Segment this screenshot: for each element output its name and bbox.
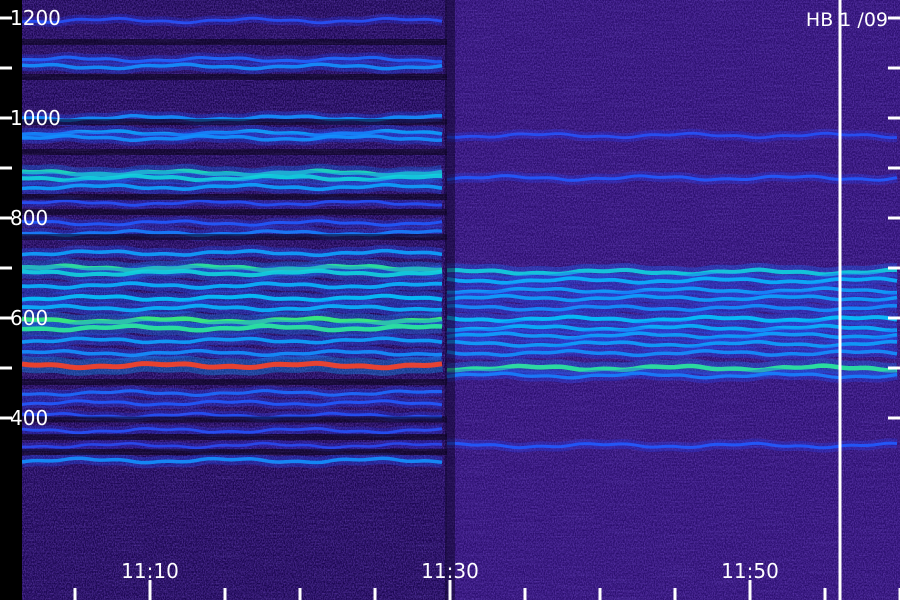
- spectrogram-chart: 400 600 800 1000 1200 11:10 11:30 11:50 HB 1 /0…: [0, 0, 900, 600]
- y-tick-label-1200: 1200: [10, 6, 61, 30]
- x-tick-label-1: 11:30: [421, 559, 479, 583]
- left-frame: [0, 0, 22, 600]
- spectrogram-figure: 400 600 800 1000 1200 11:10 11:30 11:50 HB 1 /0…: [0, 0, 900, 600]
- y-tick-label-600: 600: [10, 306, 48, 330]
- y-tick-label-400: 400: [10, 406, 48, 430]
- x-tick-label-0: 11:10: [121, 559, 179, 583]
- y-tick-label-1000: 1000: [10, 106, 61, 130]
- y-tick-label-800: 800: [10, 206, 48, 230]
- streak-texture: [22, 0, 900, 600]
- plot-label: HB 1 /09: [806, 9, 888, 31]
- x-tick-label-2: 11:50: [721, 559, 779, 583]
